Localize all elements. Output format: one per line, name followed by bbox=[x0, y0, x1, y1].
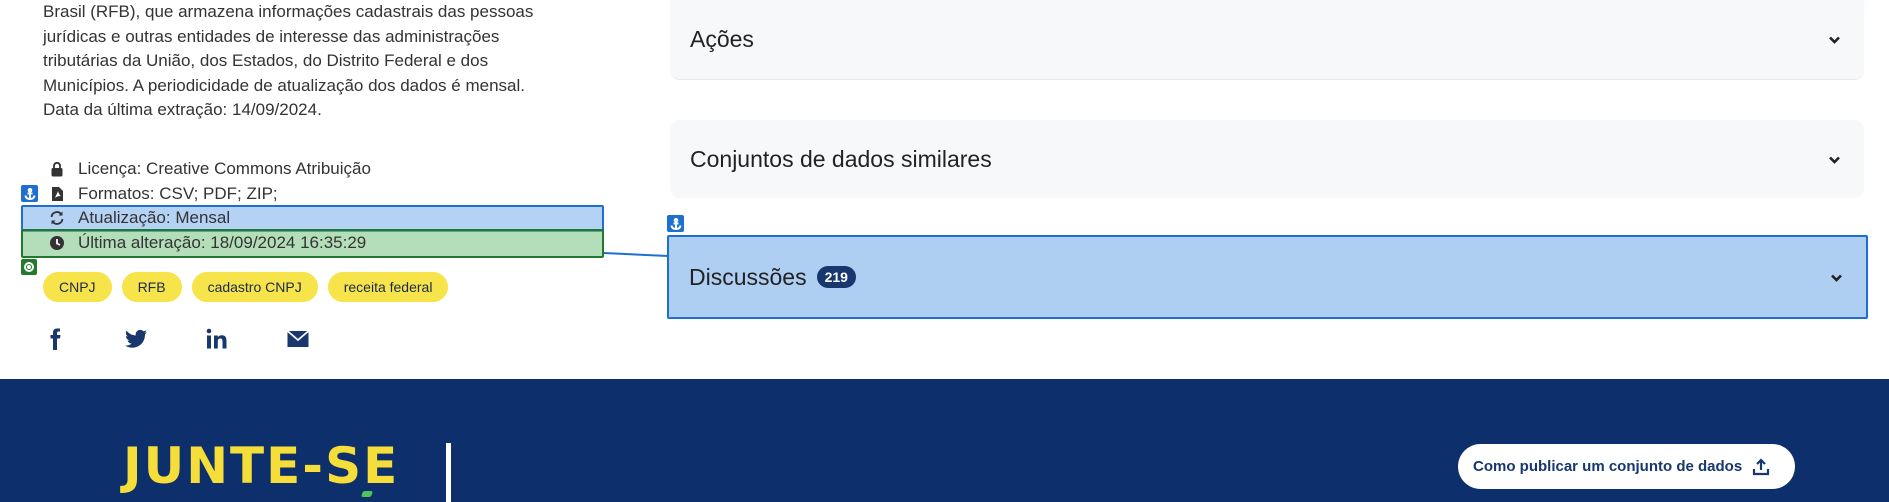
accordion-discussoes-title: Discussões bbox=[689, 263, 807, 290]
accordion-similares-title: Conjuntos de dados similares bbox=[690, 145, 992, 172]
facebook-icon bbox=[50, 328, 61, 350]
target-icon[interactable] bbox=[21, 259, 37, 275]
upload-icon bbox=[1753, 457, 1770, 475]
description-line: jurídicas e outras entidades de interess… bbox=[43, 26, 500, 46]
linkedin-icon bbox=[206, 328, 227, 349]
twitter-icon bbox=[125, 329, 147, 348]
anchor-icon[interactable] bbox=[667, 215, 684, 232]
join-title: JUNTE-SE bbox=[123, 437, 400, 495]
publish-dataset-label: Como publicar um conjunto de dados bbox=[1473, 458, 1743, 475]
selection-connector-line bbox=[603, 252, 668, 258]
accordion-acoes-title: Ações bbox=[690, 26, 754, 52]
email-icon bbox=[286, 330, 310, 347]
accordion-similares[interactable]: Conjuntos de dados similares bbox=[670, 120, 1864, 198]
accordion-discussoes[interactable]: Discussões 219 bbox=[667, 235, 1868, 319]
clock-icon bbox=[47, 233, 67, 253]
publish-dataset-button[interactable]: Como publicar um conjunto de dados bbox=[1458, 444, 1796, 489]
update-row: Atualização: Mensal bbox=[43, 206, 603, 231]
last-change-text: Última alteração: 18/09/2024 16:35:29 bbox=[78, 232, 367, 252]
accordion-acoes[interactable]: Ações bbox=[670, 0, 1864, 80]
tag-rfb[interactable]: RFB bbox=[121, 272, 182, 302]
license-row: Licença: Creative Commons Atribuição bbox=[43, 157, 603, 182]
tag-list: CNPJ RFB cadastro CNPJ receita federal bbox=[43, 272, 449, 302]
chevron-down-icon bbox=[1824, 26, 1844, 46]
tag-receita-federal[interactable]: receita federal bbox=[327, 272, 449, 302]
description-line: Data da última extração: 14/09/2024. bbox=[43, 100, 322, 119]
lock-icon bbox=[47, 159, 67, 179]
tag-cnpj[interactable]: CNPJ bbox=[43, 272, 112, 302]
update-text: Atualização: Mensal bbox=[78, 208, 231, 228]
license-text: Licença: Creative Commons Atribuição bbox=[78, 159, 371, 179]
sync-icon bbox=[47, 208, 67, 228]
anchor-icon[interactable] bbox=[21, 185, 38, 202]
share-links bbox=[43, 324, 367, 354]
join-accent-mark bbox=[360, 491, 374, 497]
description-line: tributárias da União, dos Estados, do Di… bbox=[43, 51, 489, 70]
twitter-share-link[interactable] bbox=[124, 324, 205, 354]
tag-cadastro-cnpj[interactable]: cadastro CNPJ bbox=[191, 272, 318, 302]
footer-divider bbox=[446, 443, 451, 502]
formats-text: Formatos: CSV; PDF; ZIP; bbox=[78, 183, 278, 203]
formats-row: Formatos: CSV; PDF; ZIP; bbox=[43, 182, 603, 207]
last-change-row: Última alteração: 18/09/2024 16:35:29 bbox=[43, 231, 603, 256]
footer: JUNTE-SE Como publicar um conjunto de da… bbox=[0, 379, 1889, 502]
linkedin-share-link[interactable] bbox=[205, 324, 286, 354]
dataset-metadata: Licença: Creative Commons Atribuição For… bbox=[43, 157, 603, 255]
description-line: Brasil (RFB), que armazena informações c… bbox=[43, 2, 534, 21]
file-pdf-icon bbox=[47, 184, 67, 204]
description-line: Municípios. A periodicidade de atualizaç… bbox=[43, 75, 525, 95]
dataset-description: Brasil (RFB), que armazena informações c… bbox=[43, 0, 573, 123]
email-share-link[interactable] bbox=[286, 324, 367, 354]
chevron-down-icon bbox=[1826, 267, 1846, 287]
facebook-share-link[interactable] bbox=[43, 324, 124, 354]
chevron-down-icon bbox=[1824, 149, 1844, 169]
discussion-count-badge: 219 bbox=[816, 266, 856, 288]
